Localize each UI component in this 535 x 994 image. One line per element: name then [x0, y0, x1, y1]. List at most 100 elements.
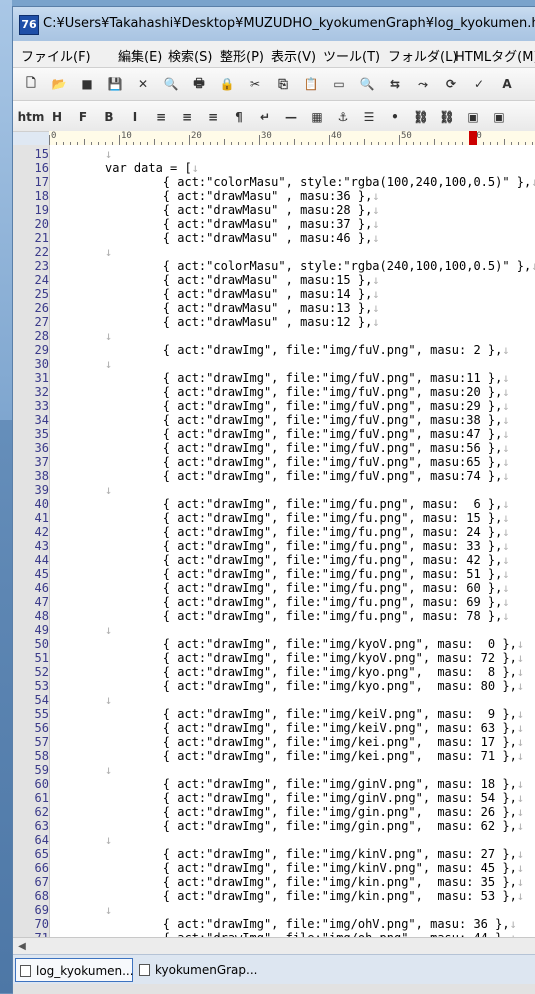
menu-item-4[interactable]: 表示(V) — [271, 46, 316, 65]
line-number: 58 — [34, 749, 49, 763]
eol-mark: ↓ — [372, 217, 380, 231]
code-text: { act:"drawImg", file:"img/keiV.png", ma… — [105, 721, 517, 735]
menu-item-1[interactable]: 編集(E) — [118, 46, 162, 65]
find-next-icon[interactable]: ⤳ — [413, 74, 433, 94]
menu-item-2[interactable]: 検索(S) — [168, 46, 212, 65]
line-number: 20 — [34, 217, 49, 231]
code-line: ↓ — [105, 833, 112, 847]
align-left-icon[interactable]: ≡ — [151, 107, 171, 127]
line-number-gutter: 15 16 17 18 19 20 21 22 23 24 25 26 27 28 29 30 31 32 33 34… — [13, 145, 50, 945]
code-line: { act:"drawImg", file:"img/kin.png", mas… — [105, 889, 524, 903]
line-number: 67 — [34, 875, 49, 889]
search-icon[interactable]: 🔍 — [357, 74, 377, 94]
code-line: var data = [↓ — [105, 161, 199, 175]
code-text: { act:"drawImg", file:"img/fuV.png", mas… — [105, 385, 503, 399]
eol-mark: ↓ — [372, 273, 380, 287]
heading-icon[interactable]: H — [47, 107, 67, 127]
document-icon — [139, 964, 150, 976]
horizontal-scrollbar[interactable]: ◀ — [13, 937, 535, 955]
ruler-tick — [329, 135, 330, 145]
code-editor[interactable]: ↓ var data = [↓ { act:"colorMasu", style:… — [50, 145, 535, 937]
eol-mark: ↓ — [372, 203, 380, 217]
document-tab[interactable]: log_kyokumen... — [15, 958, 134, 982]
menu-item-0[interactable]: ファイル(F) — [21, 46, 91, 65]
cut-icon[interactable]: ✂ — [245, 74, 265, 94]
anchor-icon[interactable]: ⚓ — [333, 107, 353, 127]
line-break-icon[interactable]: ↵ — [255, 107, 275, 127]
menu-item-3[interactable]: 整形(P) — [220, 46, 264, 65]
window-icon[interactable]: ▭ — [329, 74, 349, 94]
print-icon[interactable]: 🖶 — [189, 74, 209, 94]
bold-icon[interactable]: B — [99, 107, 119, 127]
eol-mark: ↓ — [372, 287, 380, 301]
code-text: { act:"drawMasu" , masu:37 }, — [105, 217, 373, 231]
code-line: { act:"drawImg", file:"img/gin.png", mas… — [105, 819, 524, 833]
new-file-icon[interactable]: 🗋 — [21, 74, 41, 94]
code-text: { act:"drawMasu" , masu:14 }, — [105, 287, 373, 301]
document-tab[interactable]: kyokumenGrap... — [135, 958, 258, 982]
open-folder-icon[interactable]: 📂 — [49, 74, 69, 94]
line-number: 17 — [34, 175, 49, 189]
title-bar[interactable]: 76 C:¥Users¥Takahashi¥Desktop¥MUZUDHO_ky… — [13, 7, 535, 41]
image2-icon[interactable]: ▣ — [489, 107, 509, 127]
code-line: { act:"drawImg", file:"img/fuV.png", mas… — [105, 441, 510, 455]
image-icon[interactable]: ▣ — [463, 107, 483, 127]
eol-mark: ↓ — [372, 315, 380, 329]
line-number: 34 — [34, 413, 49, 427]
bullet-list-icon[interactable]: • — [385, 107, 405, 127]
ruler-label: 10 — [121, 131, 132, 141]
menu-item-7[interactable]: HTMLタグ(M) — [455, 46, 535, 65]
font-tag-icon[interactable]: F — [73, 107, 93, 127]
paste-icon[interactable]: 📋 — [301, 74, 321, 94]
align-center-icon[interactable]: ≡ — [177, 107, 197, 127]
line-number: 40 — [34, 497, 49, 511]
eol-mark: ↓ — [516, 707, 525, 721]
code-line: { act:"drawImg", file:"img/kyo.png", mas… — [105, 679, 524, 693]
font-icon[interactable]: A — [497, 74, 517, 94]
print-preview-icon[interactable]: 🔍 — [161, 74, 181, 94]
eol-mark: ↓ — [105, 147, 113, 161]
eol-mark: ↓ — [502, 469, 510, 483]
eol-mark: ↓ — [502, 511, 510, 525]
close-icon[interactable]: ✕ — [133, 74, 153, 94]
scroll-left-icon[interactable]: ◀ — [15, 940, 29, 953]
html-icon[interactable]: htm — [18, 107, 45, 127]
code-text: { act:"drawImg", file:"img/fu.png", masu… — [105, 511, 503, 525]
menu-item-5[interactable]: ツール(T) — [323, 46, 380, 65]
link2-icon[interactable]: ⛓ — [437, 107, 457, 127]
lock-icon[interactable]: 🔒 — [217, 74, 237, 94]
find-all-icon[interactable]: ⟳ — [441, 74, 461, 94]
spell-check-icon[interactable]: ✓ — [469, 74, 489, 94]
tab-label: kyokumenGrap... — [155, 963, 258, 977]
code-line: { act:"drawImg", file:"img/kyo.png", mas… — [105, 665, 524, 679]
ruler-tick — [119, 135, 120, 145]
line-number: 35 — [34, 427, 49, 441]
menu-item-6[interactable]: フォルダ(L) — [388, 46, 457, 65]
link-icon[interactable]: ⛓ — [411, 107, 431, 127]
list-icon[interactable]: ☰ — [359, 107, 379, 127]
line-number: 47 — [34, 595, 49, 609]
horizontal-rule-icon[interactable]: — — [281, 107, 301, 127]
code-line: ↓ — [105, 483, 112, 497]
align-right-icon[interactable]: ≡ — [203, 107, 223, 127]
table-icon[interactable]: ▦ — [307, 107, 327, 127]
line-number: 29 — [34, 343, 49, 357]
code-text: { act:"drawImg", file:"img/fu.png", masu… — [105, 497, 503, 511]
paragraph-icon[interactable]: ¶ — [229, 107, 249, 127]
line-number: 38 — [34, 469, 49, 483]
copy-icon[interactable]: ⎘ — [273, 74, 293, 94]
eol-mark: ↓ — [516, 875, 525, 889]
stop-icon[interactable]: ■ — [77, 74, 97, 94]
eol-mark: ↓ — [516, 749, 525, 763]
code-line: { act:"colorMasu", style:"rgba(240,100,1… — [105, 259, 535, 273]
eol-mark: ↓ — [516, 651, 525, 665]
italic-icon[interactable]: I — [125, 107, 145, 127]
code-text: { act:"drawImg", file:"img/kyoV.png", ma… — [105, 651, 517, 665]
line-number: 27 — [34, 315, 49, 329]
eol-mark: ↓ — [516, 819, 525, 833]
replace-icon[interactable]: ⇆ — [385, 74, 405, 94]
app-icon[interactable]: 76 — [19, 15, 39, 35]
eol-mark: ↓ — [516, 637, 525, 651]
code-line: { act:"drawImg", file:"img/ginV.png", ma… — [105, 791, 524, 805]
save-icon[interactable]: 💾 — [105, 74, 125, 94]
